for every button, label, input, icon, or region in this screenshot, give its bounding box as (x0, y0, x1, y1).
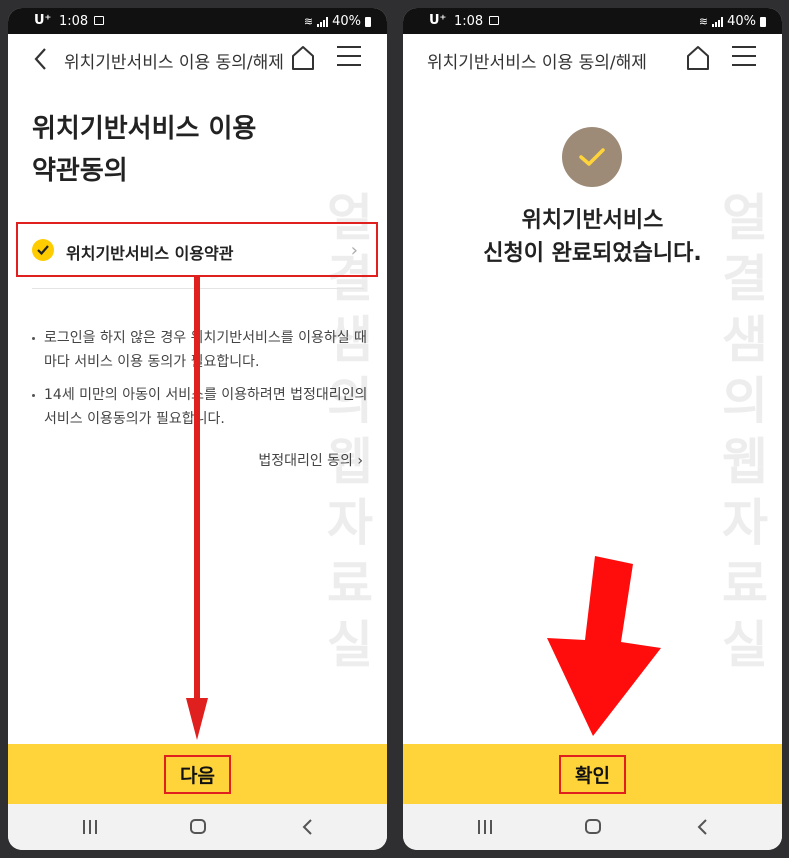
terms-item-label: 위치기반서비스 이용약관 (66, 244, 234, 263)
completion-message-line-2: 신청이 완료되었습니다. (483, 241, 702, 266)
confirm-button[interactable]: 확인 (403, 744, 782, 804)
home-icon[interactable] (289, 44, 317, 72)
notice-item: 14세 미만의 아동이 서비스를 이용하려면 법정대리인의 서비스 이용동의가 … (30, 383, 375, 431)
completion-message: 위치기반서비스 신청이 완료되었습니다. (403, 204, 782, 270)
battery-icon (365, 16, 371, 27)
hamburger-menu-icon[interactable] (732, 46, 758, 70)
header-title: 위치기반서비스 이용 동의/해제 (64, 53, 284, 73)
back-arrow-icon[interactable] (30, 46, 54, 72)
home-icon[interactable] (684, 44, 712, 72)
status-time: 1:08 (59, 14, 89, 29)
next-button-label: 다음 (164, 754, 231, 794)
annotation-arrow-down (547, 556, 661, 736)
page-title-line-1: 위치기반서비스 이용 (32, 114, 257, 144)
success-check-icon (562, 127, 622, 187)
signal-icon (317, 16, 329, 27)
completion-screen: U⁺ 1:08 ≋ 40% 위치기반서비스 이용 동의/해제 얼결샘의웹자료실 … (403, 8, 782, 850)
recent-apps-icon[interactable] (83, 820, 99, 834)
header-title: 위치기반서비스 이용 동의/해제 (427, 53, 647, 73)
system-nav-bar (8, 804, 387, 850)
nav-home-icon[interactable] (190, 819, 206, 834)
notice-text: 로그인을 하지 않은 경우 위치기반서비스를 이용하실 때마다 서비스 이용 동… (44, 330, 367, 370)
checked-circle-icon[interactable] (32, 239, 54, 261)
nav-home-icon[interactable] (585, 819, 601, 834)
chevron-right-icon: › (357, 453, 363, 469)
completion-message-line-1: 위치기반서비스 (521, 208, 664, 233)
signal-icon (712, 16, 724, 27)
carrier-label: U⁺ (34, 13, 52, 28)
status-bar: U⁺ 1:08 ≋ 40% (403, 8, 782, 34)
system-nav-bar (403, 804, 782, 850)
page-title: 위치기반서비스 이용 약관동의 (32, 108, 256, 192)
wifi-icon: ≋ (303, 15, 314, 28)
confirm-button-label: 확인 (559, 754, 626, 794)
status-time: 1:08 (454, 14, 484, 29)
app-header: 위치기반서비스 이용 동의/해제 (403, 34, 782, 84)
annotation-arrow-head (186, 698, 208, 740)
guardian-link-label: 법정대리인 동의 (258, 453, 353, 469)
bullet (32, 394, 35, 397)
annotation-arrow-line (194, 277, 200, 723)
chevron-right-icon: › (350, 240, 358, 261)
battery-icon (760, 16, 766, 27)
image-notification-icon (94, 16, 104, 25)
terms-consent-screen: U⁺ 1:08 ≋ 40% 위치기반서비스 이용 동의/해제 얼결샘의웹자료실 … (8, 8, 387, 850)
carrier-label: U⁺ (429, 13, 447, 28)
notice-text: 14세 미만의 아동이 서비스를 이용하려면 법정대리인의 서비스 이용동의가 … (44, 387, 368, 427)
notice-list: 로그인을 하지 않은 경우 위치기반서비스를 이용하실 때마다 서비스 이용 동… (30, 326, 375, 440)
nav-back-icon[interactable] (298, 817, 318, 837)
hamburger-menu-icon[interactable] (337, 46, 363, 70)
app-header: 위치기반서비스 이용 동의/해제 (8, 34, 387, 84)
battery-percent: 40% (332, 14, 361, 29)
next-button[interactable]: 다음 (8, 744, 387, 804)
recent-apps-icon[interactable] (478, 820, 494, 834)
image-notification-icon (489, 16, 499, 25)
bullet (32, 337, 35, 340)
status-bar: U⁺ 1:08 ≋ 40% (8, 8, 387, 34)
wifi-icon: ≋ (698, 15, 709, 28)
nav-back-icon[interactable] (693, 817, 713, 837)
page-title-line-2: 약관동의 (32, 156, 128, 186)
location-terms-item[interactable]: 위치기반서비스 이용약관 › (16, 222, 378, 277)
battery-percent: 40% (727, 14, 756, 29)
notice-item: 로그인을 하지 않은 경우 위치기반서비스를 이용하실 때마다 서비스 이용 동… (30, 326, 375, 374)
guardian-consent-link[interactable]: 법정대리인 동의 › (258, 450, 363, 470)
